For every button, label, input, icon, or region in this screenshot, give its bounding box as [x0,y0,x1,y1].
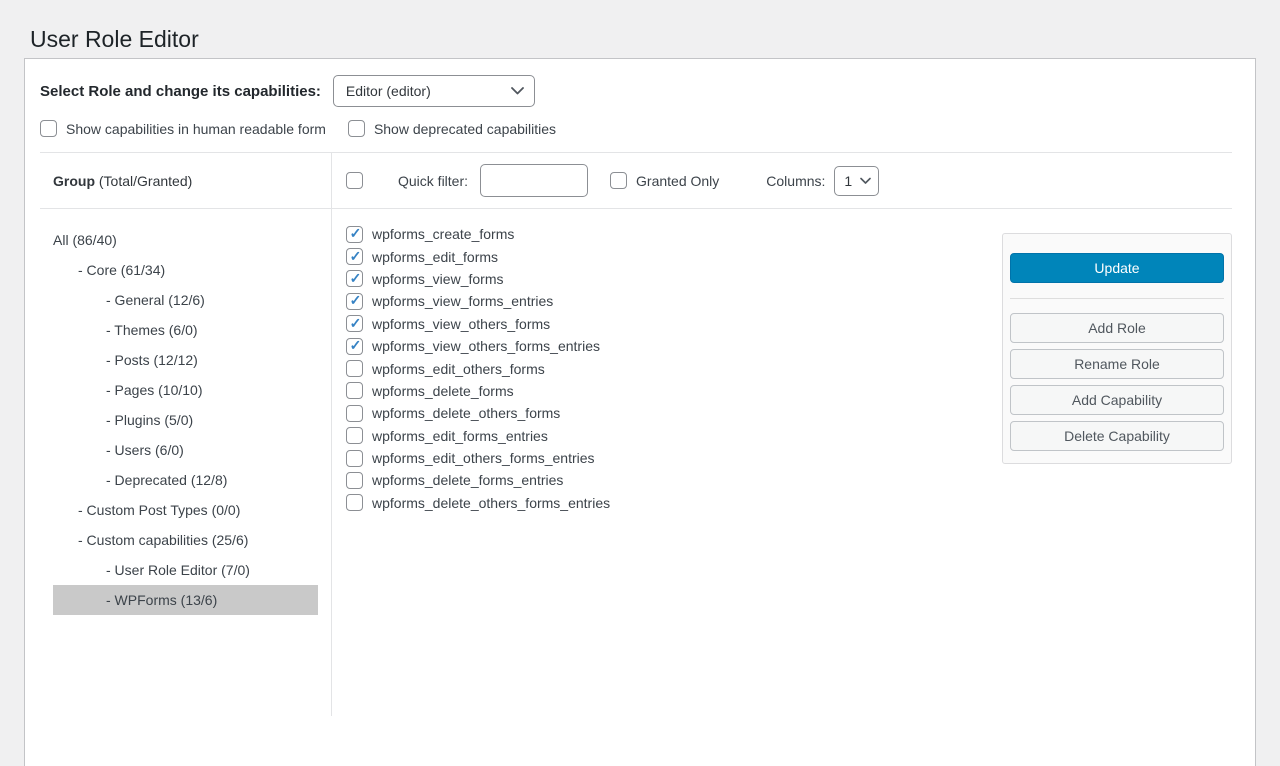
group-tree: All (86/40) - Core (61/34) - General (12/6… [25,225,331,615]
capability-label: wpforms_view_others_forms_entries [372,338,600,354]
select-all-checkbox[interactable] [346,172,363,189]
capability-label: wpforms_edit_others_forms [372,361,545,377]
capability-checkbox[interactable] [346,270,363,287]
chevron-down-icon [511,87,524,95]
capability-label: wpforms_view_others_forms [372,316,550,332]
group-tree-item[interactable]: - Users (6/0) [53,435,318,465]
group-tree-item[interactable]: - Custom capabilities (25/6) [53,525,318,555]
capability-label: wpforms_delete_forms [372,383,514,399]
group-tree-item[interactable]: - Themes (6/0) [53,315,318,345]
group-tree-item[interactable]: - User Role Editor (7/0) [53,555,318,585]
group-tree-item-label: - Custom capabilities (25/6) [78,532,248,548]
human-readable-checkbox[interactable] [40,120,57,137]
capability-label: wpforms_edit_others_forms_entries [372,450,595,466]
capability-checkbox[interactable] [346,472,363,489]
group-tree-item[interactable]: - Pages (10/10) [53,375,318,405]
capability-checkbox[interactable] [346,248,363,265]
role-selector-label: Select Role and change its capabilities: [40,83,321,100]
group-tree-column: All (86/40) - Core (61/34) - General (12/6… [25,209,332,716]
capability-label: wpforms_view_forms [372,271,503,287]
group-tree-item-label: - WPForms (13/6) [106,592,217,608]
capability-label: wpforms_view_forms_entries [372,293,553,309]
filter-controls: Quick filter: Granted Only Columns: 1 [332,153,1255,208]
filter-bar: Group (Total/Granted) Quick filter: Gran… [25,153,1255,208]
rename-role-button[interactable]: Rename Role [1010,349,1224,379]
group-tree-item-label: All (86/40) [53,232,117,248]
capability-label: wpforms_delete_forms_entries [372,472,563,488]
granted-only-label[interactable]: Granted Only [636,173,719,189]
page-title: User Role Editor [30,26,199,53]
human-readable-label[interactable]: Show capabilities in human readable form [66,121,326,137]
options-row: Show capabilities in human readable form… [25,107,1255,152]
chevron-down-icon [860,177,871,184]
group-header-suffix: (Total/Granted) [95,173,192,189]
panel-separator [1010,298,1224,299]
capability-label: wpforms_create_forms [372,226,514,242]
delete-capability-button[interactable]: Delete Capability [1010,421,1224,451]
capability-checkbox[interactable] [346,226,363,243]
group-tree-item[interactable]: All (86/40) [53,225,318,255]
option-deprecated: Show deprecated capabilities [348,120,556,137]
capability-checkbox[interactable] [346,405,363,422]
group-tree-item[interactable]: - Plugins (5/0) [53,405,318,435]
option-human-readable: Show capabilities in human readable form [40,120,326,137]
group-tree-item[interactable]: - Deprecated (12/8) [53,465,318,495]
capability-label: wpforms_delete_others_forms [372,405,560,421]
add-role-button[interactable]: Add Role [1010,313,1224,343]
capability-checkbox[interactable] [346,315,363,332]
capability-checkbox[interactable] [346,450,363,467]
group-tree-item-label: - Deprecated (12/8) [106,472,227,488]
role-select-value: Editor (editor) [334,83,431,99]
capability-checkbox[interactable] [346,382,363,399]
group-tree-item-label: - Users (6/0) [106,442,184,458]
capability-checkbox[interactable] [346,293,363,310]
group-tree-item-label: - Pages (10/10) [106,382,203,398]
group-tree-item-label: - Plugins (5/0) [106,412,193,428]
quick-filter-input[interactable] [480,164,588,197]
capability-row: wpforms_delete_others_forms_entries [346,492,1255,514]
group-header-label: Group [53,173,95,189]
capability-label: wpforms_edit_forms [372,249,498,265]
capability-label: wpforms_delete_others_forms_entries [372,495,610,511]
group-tree-item[interactable]: - Core (61/34) [53,255,318,285]
capability-row: wpforms_delete_forms_entries [346,469,1255,491]
capability-checkbox[interactable] [346,494,363,511]
group-tree-item-label: - User Role Editor (7/0) [106,562,250,578]
capability-checkbox[interactable] [346,427,363,444]
deprecated-label[interactable]: Show deprecated capabilities [374,121,556,137]
deprecated-checkbox[interactable] [348,120,365,137]
group-tree-item-label: - Custom Post Types (0/0) [78,502,240,518]
capability-checkbox[interactable] [346,338,363,355]
role-selector-row: Select Role and change its capabilities:… [25,59,1255,107]
user-role-editor-panel: Select Role and change its capabilities:… [24,58,1256,766]
granted-only-checkbox[interactable] [610,172,627,189]
columns-label: Columns: [766,173,825,189]
columns-select[interactable]: 1 [834,166,879,196]
capability-label: wpforms_edit_forms_entries [372,428,548,444]
capability-checkbox[interactable] [346,360,363,377]
group-tree-item-label: - Themes (6/0) [106,322,198,338]
role-select[interactable]: Editor (editor) [333,75,535,107]
action-panel: Update Add Role Rename Role Add Capabili… [1002,233,1232,464]
group-tree-item-label: - Core (61/34) [78,262,165,278]
columns-select-value: 1 [835,173,852,189]
update-button[interactable]: Update [1010,253,1224,283]
group-header: Group (Total/Granted) [25,153,332,208]
group-tree-item[interactable]: - Custom Post Types (0/0) [53,495,318,525]
quick-filter-label: Quick filter: [398,173,468,189]
group-tree-item-label: - General (12/6) [106,292,205,308]
group-tree-item[interactable]: - WPForms (13/6) [53,585,318,615]
group-tree-item[interactable]: - General (12/6) [53,285,318,315]
add-capability-button[interactable]: Add Capability [1010,385,1224,415]
group-tree-item-label: - Posts (12/12) [106,352,198,368]
group-tree-item[interactable]: - Posts (12/12) [53,345,318,375]
